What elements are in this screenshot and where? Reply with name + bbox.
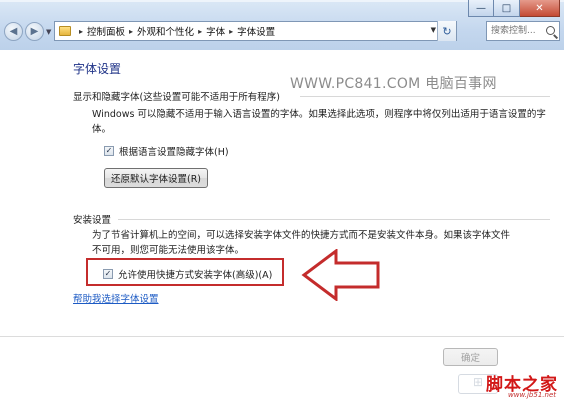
help-choose-font-settings-link[interactable]: 帮助我选择字体设置 xyxy=(73,291,159,305)
refresh-icon[interactable]: ↻ xyxy=(437,21,456,41)
back-arrow-icon: ◀ xyxy=(9,26,18,37)
forward-arrow-icon: ▶ xyxy=(30,26,39,37)
install-group-divider xyxy=(118,219,550,220)
breadcrumb-appearance[interactable]: 外观和个性化 xyxy=(137,24,194,38)
install-group-header: 安装设置 xyxy=(73,215,112,226)
bottom-divider xyxy=(0,336,564,337)
minimize-button[interactable]: — xyxy=(468,0,494,17)
shortcut-install-checkbox[interactable]: ✓ xyxy=(103,269,113,279)
maximize-button[interactable]: □ xyxy=(494,0,520,17)
breadcrumb-font-settings[interactable]: 字体设置 xyxy=(237,24,275,38)
folder-icon xyxy=(59,26,71,36)
breadcrumb-separator-icon[interactable]: ▸ xyxy=(198,27,202,36)
close-button[interactable]: ✕ xyxy=(520,0,560,17)
forward-button[interactable]: ▶ xyxy=(25,22,44,41)
logo-url: www.jb51.net xyxy=(508,391,556,399)
address-bar[interactable]: ▸ 控制面板 ▸ 外观和个性化 ▸ 字体 ▸ 字体设置 ▼ ↻ xyxy=(54,21,457,41)
breadcrumb-control-panel[interactable]: 控制面板 xyxy=(87,24,125,38)
hide-fonts-option[interactable]: ✓ 根据语言设置隐藏字体(H) xyxy=(104,144,229,158)
shortcut-install-label[interactable]: 允许使用快捷方式安装字体(高级)(A) xyxy=(118,267,272,281)
site-logo: ⊞ 脚本之家 www.jb51.net xyxy=(400,370,564,404)
chevron-down-icon[interactable]: ▼ xyxy=(46,28,51,36)
page-title: 字体设置 xyxy=(73,62,122,76)
breadcrumb-separator-icon[interactable]: ▸ xyxy=(79,27,83,36)
title-bar: — □ ✕ ◀ ▶ ▼ ▸ 控制面板 ▸ 外观和个性化 ▸ 字体 ▸ 字体设置 … xyxy=(0,0,564,50)
back-button[interactable]: ◀ xyxy=(4,22,23,41)
address-history-icon[interactable]: ▼ xyxy=(431,26,436,34)
breadcrumb-separator-icon[interactable]: ▸ xyxy=(229,27,233,36)
breadcrumb-separator-icon[interactable]: ▸ xyxy=(129,27,133,36)
window-controls: — □ ✕ xyxy=(468,0,560,18)
display-group-description: Windows 可以隐藏不适用于输入语言设置的字体。如果选择此选项，则程序中将仅… xyxy=(92,109,546,135)
shortcut-install-option[interactable]: ✓ 允许使用快捷方式安装字体(高级)(A) xyxy=(103,267,272,281)
annotation-arrow-icon xyxy=(301,249,380,301)
restore-default-font-settings-button[interactable]: 还原默认字体设置(R) xyxy=(104,168,208,188)
watermark-text: WWW.PC841.COM 电脑百事网 xyxy=(290,76,497,92)
ok-button[interactable]: 确定 xyxy=(443,348,498,366)
display-group-header: 显示和隐藏字体(这些设置可能不适用于所有程序) xyxy=(73,92,280,103)
search-input[interactable] xyxy=(491,23,547,39)
search-box[interactable] xyxy=(486,21,560,41)
breadcrumb-fonts[interactable]: 字体 xyxy=(206,24,225,38)
hide-fonts-checkbox[interactable]: ✓ xyxy=(104,146,114,156)
hide-fonts-label[interactable]: 根据语言设置隐藏字体(H) xyxy=(119,144,229,158)
search-icon[interactable] xyxy=(546,26,555,35)
display-group-divider xyxy=(300,96,550,97)
